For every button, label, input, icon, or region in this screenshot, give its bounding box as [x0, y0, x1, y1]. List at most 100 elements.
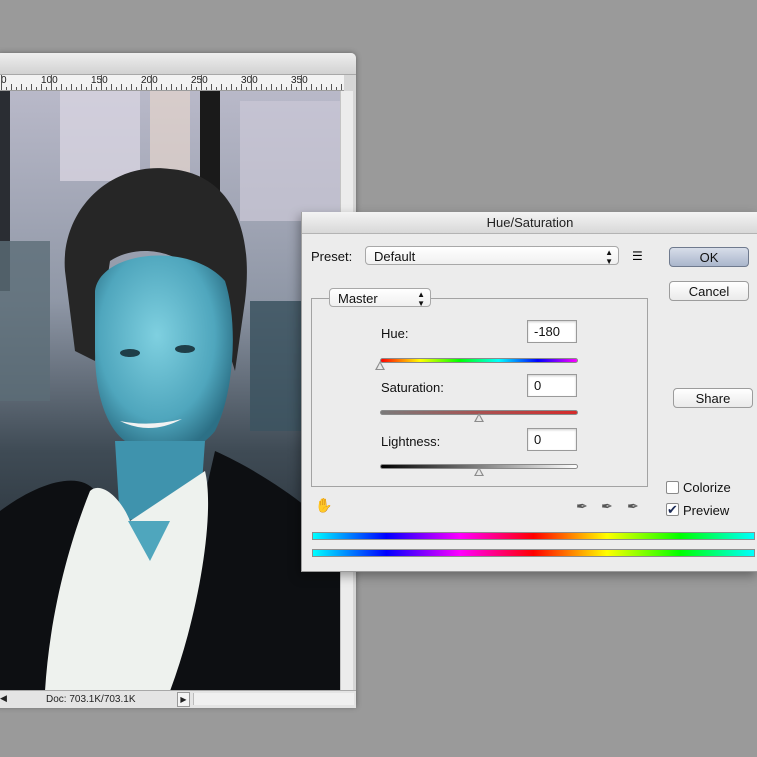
ruler-tick	[111, 84, 112, 90]
input-spectrum-bar	[312, 532, 755, 540]
document-size-readout[interactable]: Doc: 703.1K/703.1K	[46, 694, 136, 705]
ruler-tick	[71, 84, 72, 90]
ruler-tick	[271, 84, 272, 90]
ruler-tick	[191, 84, 192, 90]
horizontal-ruler: 0 100 150 200 250 300 350	[0, 75, 344, 91]
saturation-label: Saturation:	[381, 380, 444, 395]
ruler-tick	[16, 87, 17, 90]
ruler-tick	[296, 87, 297, 90]
adjustment-group	[311, 298, 648, 487]
image-canvas[interactable]	[0, 91, 340, 691]
ruler-tick	[76, 87, 77, 90]
ruler-tick	[196, 87, 197, 90]
ruler-tick	[231, 84, 232, 90]
ruler-tick	[171, 84, 172, 90]
preset-label: Preset:	[311, 249, 353, 264]
ruler-tick	[86, 87, 87, 90]
saturation-input[interactable]: 0	[527, 374, 577, 397]
ruler-tick	[226, 87, 227, 90]
ruler-tick	[66, 87, 67, 90]
ruler-tick	[321, 84, 322, 90]
ok-button[interactable]: OK	[669, 247, 749, 267]
ruler-label: 250	[191, 75, 208, 86]
ruler-tick	[276, 87, 277, 90]
ruler-tick	[1, 75, 2, 90]
ruler-tick	[21, 84, 22, 90]
ruler-tick	[211, 84, 212, 90]
ruler-tick	[186, 87, 187, 90]
share-button[interactable]: Share	[673, 388, 753, 408]
ruler-tick	[246, 87, 247, 90]
ruler-label: 350	[291, 75, 308, 86]
ruler-tick	[286, 87, 287, 90]
ruler-tick	[326, 87, 327, 90]
ruler-tick	[41, 84, 42, 90]
ruler-tick	[281, 84, 282, 90]
ruler-tick	[336, 87, 337, 90]
ruler-tick	[181, 84, 182, 90]
ruler-tick	[291, 84, 292, 90]
output-spectrum-bar	[312, 549, 755, 557]
hue-slider-thumb[interactable]	[375, 361, 385, 370]
ruler-tick	[121, 84, 122, 90]
ruler-tick	[146, 87, 147, 90]
horizontal-scrollbar[interactable]	[193, 693, 354, 705]
ruler-tick	[251, 75, 252, 90]
ruler-tick	[216, 87, 217, 90]
eyedropper-icon[interactable]: ✒	[576, 498, 588, 515]
select-arrows-icon: ▲ ▼	[605, 248, 613, 266]
eyedropper-add-icon[interactable]: ✒	[601, 498, 613, 515]
ruler-tick	[311, 84, 312, 90]
saturation-slider-thumb[interactable]	[474, 413, 484, 422]
ruler-tick	[306, 87, 307, 90]
ruler-tick	[261, 84, 262, 90]
ruler-tick	[11, 84, 12, 90]
ruler-tick	[316, 87, 317, 90]
ruler-tick	[301, 75, 302, 90]
dialog-titlebar[interactable]: Hue/Saturation	[302, 212, 757, 234]
ruler-tick	[126, 87, 127, 90]
status-bar: ◀ Doc: 703.1K/703.1K ▶	[0, 690, 356, 708]
ruler-tick	[241, 84, 242, 90]
ruler-tick	[81, 84, 82, 90]
preset-select[interactable]: Default ▲ ▼	[365, 246, 619, 266]
hue-input[interactable]: -180	[527, 320, 577, 343]
channel-select[interactable]: Master ▲ ▼	[329, 288, 431, 308]
ruler-label: 200	[141, 75, 158, 86]
ruler-tick	[221, 84, 222, 90]
ruler-tick	[46, 87, 47, 90]
preset-select-value: Default	[374, 249, 416, 264]
ruler-tick	[31, 84, 32, 90]
cancel-button[interactable]: Cancel	[669, 281, 749, 301]
hue-slider-track[interactable]	[380, 358, 578, 363]
channel-select-value: Master	[338, 291, 378, 306]
ruler-tick	[236, 87, 237, 90]
ruler-tick	[91, 84, 92, 90]
ruler-tick	[161, 84, 162, 90]
document-titlebar[interactable]	[0, 53, 356, 75]
ruler-tick	[331, 84, 332, 90]
eyedropper-subtract-icon[interactable]: ✒	[627, 498, 639, 515]
colorize-checkbox[interactable]	[666, 481, 679, 494]
status-menu-arrow-icon[interactable]: ▶	[177, 692, 190, 707]
ruler-tick	[36, 87, 37, 90]
lightness-input[interactable]: 0	[527, 428, 577, 451]
lightness-slider-thumb[interactable]	[474, 467, 484, 476]
ruler-label: 150	[91, 75, 108, 86]
ruler-tick	[61, 84, 62, 90]
ruler-tick	[136, 87, 137, 90]
ruler-tick	[6, 87, 7, 90]
targeted-adjustment-hand-icon[interactable]: ✋	[315, 497, 332, 514]
left-arrow-icon[interactable]: ◀	[0, 693, 7, 704]
ruler-tick	[96, 87, 97, 90]
ruler-tick	[56, 87, 57, 90]
preview-checkbox[interactable]: ✔	[666, 503, 679, 516]
ruler-tick	[206, 87, 207, 90]
ruler-tick	[156, 87, 157, 90]
ruler-tick	[341, 84, 342, 90]
preset-options-icon[interactable]: ☰	[632, 249, 643, 263]
ruler-label: 300	[241, 75, 258, 86]
ruler-tick	[151, 75, 152, 90]
ruler-tick	[256, 87, 257, 90]
ruler-tick	[116, 87, 117, 90]
